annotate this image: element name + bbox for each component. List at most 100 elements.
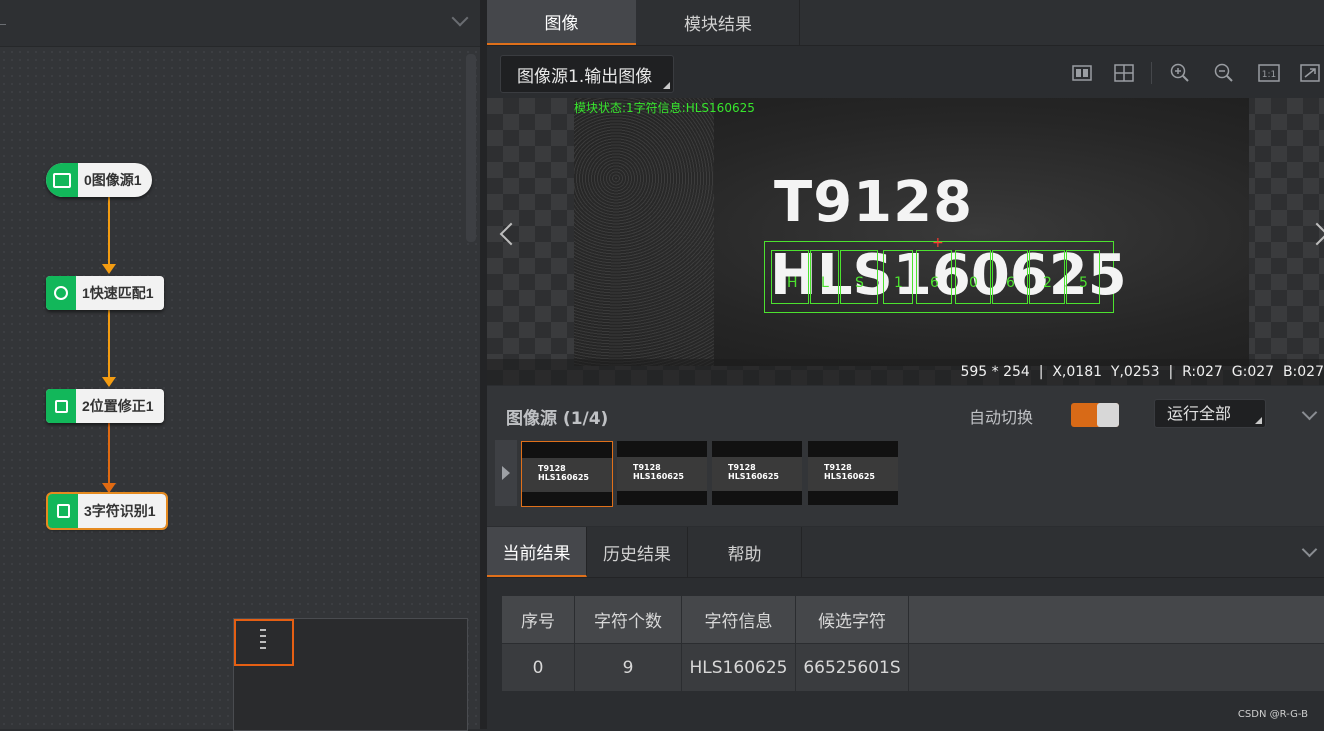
connector-line (108, 197, 110, 267)
prev-image-arrow-icon[interactable] (499, 222, 523, 246)
node-label: 0图像源1 (84, 172, 142, 188)
char-label: H (787, 275, 798, 291)
image-source-title: 图像源 (1/4) (506, 409, 609, 429)
panel-divider[interactable] (480, 0, 487, 729)
tab-current-result[interactable]: 当前结果 (487, 527, 587, 577)
cell-char-count: 9 (574, 643, 682, 691)
tab-image[interactable]: 图像 (487, 0, 636, 45)
image-source-select[interactable]: 图像源1.输出图像 (500, 55, 674, 93)
auto-switch-label: 自动切换 (969, 408, 1034, 427)
cell-index: 0 (502, 643, 575, 691)
image-icon (46, 163, 78, 197)
top-tabs: 图像 模块结果 (487, 0, 1324, 46)
split-view-icon[interactable] (1072, 64, 1092, 82)
char-label: S (855, 275, 864, 291)
collapse-chevron-icon[interactable] (451, 9, 469, 27)
char-label: 2 (1043, 275, 1052, 291)
minimap[interactable] (233, 618, 468, 731)
right-panel: 图像 模块结果 图像源1.输出图像 1:1 T9128 HLS160625 H … (487, 0, 1324, 729)
ocr-icon (48, 494, 78, 528)
image-texture (574, 98, 714, 366)
flow-node-fast-match[interactable]: 1快速匹配1 (46, 276, 164, 310)
pixel-r: R:027 (1182, 364, 1223, 380)
module-status-text: 模块状态:1字符信息:HLS160625 (574, 101, 755, 115)
connector-arrow-icon (102, 264, 116, 274)
flow-node-position-correct[interactable]: 2位置修正1 (46, 389, 164, 423)
inspected-image: T9128 HLS160625 H L S 1 6 0 6 2 5 + (574, 98, 1249, 366)
node-label: 1快速匹配1 (82, 285, 154, 301)
flow-node-ocr[interactable]: 3字符识别1 (46, 492, 168, 530)
image-source-panel: 图像源 (1/4) 自动切换 运行全部 T9128 HLS160625 T9128… (487, 386, 1324, 526)
pixel-g: G:027 (1231, 364, 1275, 380)
thumbnail-text: T9128 HLS160625 (633, 463, 684, 481)
connector-line (108, 310, 110, 380)
thumbnail[interactable]: T9128 HLS160625 (617, 441, 707, 505)
thumbnail[interactable]: T9128 HLS160625 (808, 441, 898, 505)
minimap-nodes (260, 629, 266, 651)
image-text-line-1: T9128 (774, 170, 974, 235)
char-label: L (821, 275, 829, 291)
image-size: 595 * 254 (960, 364, 1030, 380)
actual-size-icon[interactable]: 1:1 (1258, 64, 1280, 82)
auto-switch-toggle[interactable] (1071, 403, 1119, 427)
cell-candidates: 66525601S (795, 643, 909, 691)
thumbnail[interactable]: T9128 HLS160625 (712, 441, 802, 505)
char-label: 6 (1006, 275, 1015, 291)
pixel-b: B:027 (1282, 364, 1324, 380)
tab-help[interactable]: 帮助 (688, 527, 802, 577)
results-panel: 序号 字符个数 字符信息 候选字符 0 9 HLS160625 66525601… (487, 578, 1324, 729)
grid-view-icon[interactable] (1114, 64, 1134, 82)
run-all-select[interactable]: 运行全部 (1154, 399, 1266, 428)
toolbar-separator (1151, 62, 1152, 84)
table-row[interactable]: 0 9 HLS160625 66525601S (502, 643, 909, 691)
char-label: 6 (930, 275, 939, 291)
char-label: 5 (1079, 275, 1088, 291)
vertical-scrollbar[interactable] (466, 54, 476, 242)
column-header: 候选字符 (795, 596, 909, 644)
thumbnail-text: T9128 HLS160625 (538, 464, 589, 482)
zoom-out-icon[interactable] (1214, 63, 1234, 82)
results-table: 序号 字符个数 字符信息 候选字符 0 9 HLS160625 66525601… (502, 596, 909, 691)
char-label: 1 (894, 275, 903, 291)
next-image-arrow-icon[interactable] (1305, 222, 1324, 246)
zoom-in-icon[interactable] (1170, 63, 1190, 82)
connector-arrow-icon (102, 377, 116, 387)
pixel-info-bar: 595 * 254 | X,0181 Y,0253 | R:027 G:027 … (487, 359, 1324, 385)
column-header: 序号 (502, 596, 575, 644)
svg-text:1:1: 1:1 (1262, 70, 1276, 80)
tab-module-result[interactable]: 模块结果 (637, 0, 800, 45)
tab-history-result[interactable]: 历史结果 (587, 527, 688, 577)
thumbnail-strip-nav[interactable] (495, 440, 517, 506)
flow-node-image-source[interactable]: 0图像源1 (46, 163, 152, 197)
cursor-y: Y,0253 (1110, 364, 1160, 380)
column-header: 字符个数 (574, 596, 682, 644)
column-header: 字符信息 (681, 596, 796, 644)
thumbnail[interactable]: T9128 HLS160625 (521, 441, 613, 507)
dropdown-corner-icon (663, 82, 670, 89)
flow-header (0, 0, 480, 47)
position-correct-icon (46, 389, 76, 423)
cell-char-info: HLS160625 (681, 643, 796, 691)
table-header-filler (905, 596, 1324, 643)
collapse-chevron-icon[interactable] (1301, 404, 1318, 421)
table-row-filler (905, 644, 1324, 691)
dropdown-corner-icon (1255, 417, 1262, 424)
thumbnail-text: T9128 HLS160625 (728, 463, 779, 481)
toggle-knob (1097, 403, 1119, 427)
shape-match-icon (46, 276, 76, 310)
fit-icon[interactable] (1300, 64, 1320, 82)
image-viewer[interactable]: T9128 HLS160625 H L S 1 6 0 6 2 5 + 模块状态… (487, 98, 1324, 385)
dash-mark (0, 24, 6, 25)
connector-arrow-icon (102, 483, 116, 493)
node-label: 3字符识别1 (84, 503, 156, 519)
image-source-select-value: 图像源1.输出图像 (517, 66, 653, 87)
char-label: 0 (969, 275, 978, 291)
result-tabs: 当前结果 历史结果 帮助 (487, 527, 1324, 578)
watermark: CSDN @R-G-B (1237, 709, 1308, 720)
node-label: 2位置修正1 (82, 398, 154, 414)
run-all-value: 运行全部 (1167, 404, 1232, 423)
flow-canvas[interactable]: 0图像源1 1快速匹配1 2位置修正1 3字符识别1 (0, 0, 480, 731)
collapse-chevron-icon[interactable] (1301, 541, 1318, 558)
thumbnail-text: T9128 HLS160625 (824, 463, 875, 481)
cursor-x: X,0181 (1052, 364, 1103, 380)
